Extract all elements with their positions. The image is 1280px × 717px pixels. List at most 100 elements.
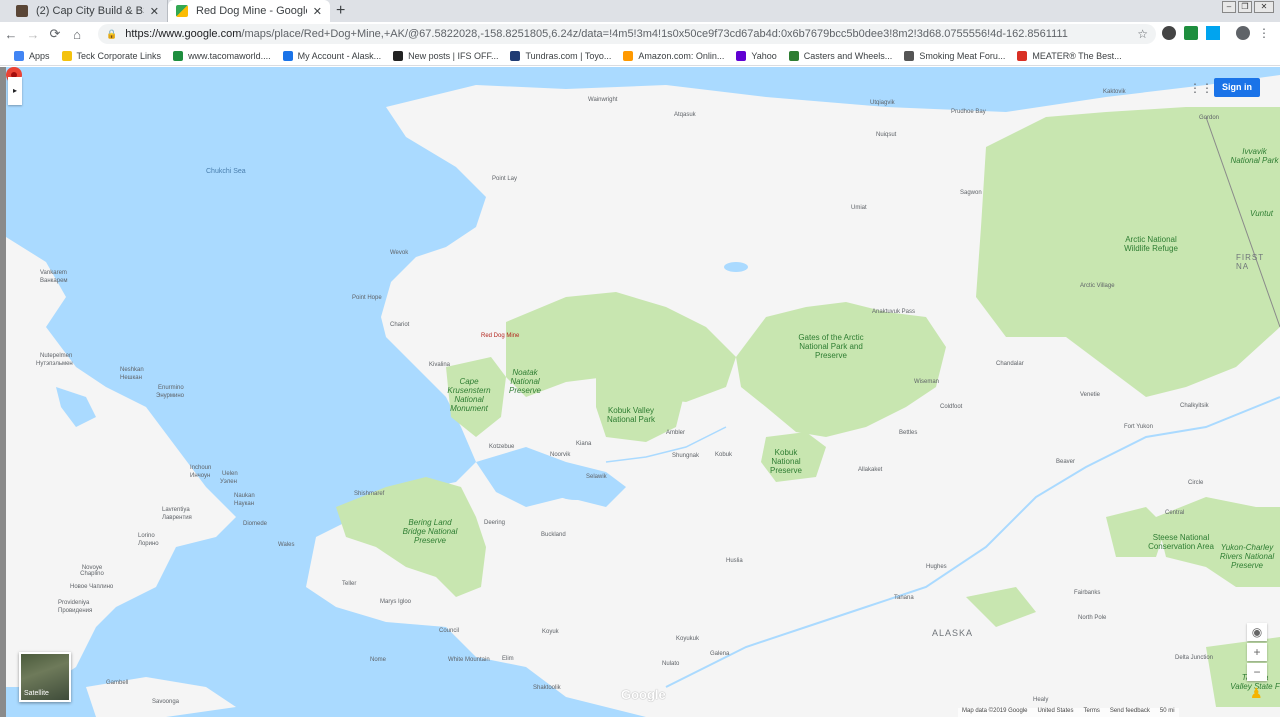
- close-tab-icon[interactable]: ✕: [150, 5, 159, 18]
- my-location-icon[interactable]: ◉: [1247, 623, 1267, 641]
- bookmark-star-icon[interactable]: ☆: [1137, 27, 1148, 41]
- bookmark-tundras[interactable]: Tundras.com | Toyo...: [510, 50, 612, 61]
- place-label: Новое Чаплино: [70, 584, 114, 590]
- place-label: Kiana: [576, 441, 592, 447]
- zoom-out-button[interactable]: −: [1247, 663, 1267, 681]
- place-label: Coldfoot: [940, 404, 963, 410]
- address-bar[interactable]: 🔒 https://www.google.com /maps/place/Red…: [98, 24, 1156, 44]
- bookmark-meater[interactable]: MEATER® The Best...: [1017, 50, 1122, 61]
- site-icon: [173, 50, 184, 61]
- place-label: Diomede: [243, 521, 268, 527]
- bookmark-tacomaworld[interactable]: www.tacomaworld....: [173, 50, 271, 61]
- scale-bar[interactable]: 50 mi: [1160, 708, 1175, 717]
- park-label: Arctic National Wildlife Refuge: [1124, 235, 1178, 253]
- bookmark-casters[interactable]: Casters and Wheels...: [788, 50, 893, 61]
- bookmark-apps[interactable]: Apps: [14, 50, 50, 61]
- place-label: Utqiagvik: [870, 100, 895, 106]
- place-label: Kobuk: [715, 452, 733, 458]
- place-label: Уэлен: [220, 479, 237, 485]
- folder-icon: [61, 50, 72, 61]
- site-icon: [904, 50, 915, 61]
- bookmark-label: Tundras.com | Toyo...: [525, 50, 612, 61]
- bookmark-ifs[interactable]: New posts | IFS OFF...: [393, 50, 499, 61]
- bookmark-label: Smoking Meat Foru...: [919, 50, 1006, 61]
- restore-icon[interactable]: ❐: [1238, 1, 1252, 13]
- place-label: Novoye Chaplino: [80, 565, 104, 577]
- place-label: Inchoun: [190, 465, 212, 471]
- place-label: Marys Igloo: [380, 599, 412, 605]
- back-icon[interactable]: ←: [0, 27, 22, 42]
- sea-label: Chukchi Sea: [206, 168, 246, 175]
- home-icon[interactable]: ⌂: [66, 27, 88, 42]
- bookmark-label: Apps: [29, 50, 50, 61]
- place-label: Bettles: [899, 430, 918, 436]
- bookmark-amazon[interactable]: Amazon.com: Onlin...: [623, 50, 724, 61]
- place-label: Koyukuk: [676, 636, 700, 642]
- collapse-side-panel-button[interactable]: ▸: [8, 77, 22, 105]
- extension-2-icon[interactable]: [1184, 26, 1198, 40]
- place-label: Энурмино: [156, 393, 185, 399]
- region-label: ALASKA: [932, 628, 974, 638]
- satellite-toggle-button[interactable]: Satellite: [19, 652, 71, 702]
- menu-icon[interactable]: ⋮: [1258, 26, 1270, 40]
- bookmark-teck[interactable]: Teck Corporate Links: [61, 50, 161, 61]
- bookmark-label: New posts | IFS OFF...: [408, 50, 499, 61]
- extension-1-icon[interactable]: [1162, 26, 1176, 40]
- send-feedback-link[interactable]: Send feedback: [1110, 708, 1150, 717]
- amazon-icon: [623, 50, 634, 61]
- bookmark-my-account[interactable]: My Account - Alask...: [282, 50, 381, 61]
- place-label: Nutepelmen: [40, 353, 73, 359]
- chukotka-land: [6, 237, 236, 687]
- bookmark-label: MEATER® The Best...: [1032, 50, 1122, 61]
- street-view-pegman-icon[interactable]: ♟: [1250, 685, 1263, 702]
- park-label: Kobuk National Preserve: [769, 448, 802, 475]
- place-label: Wevok: [390, 250, 409, 256]
- place-label: Gordon: [1199, 115, 1220, 121]
- yahoo-icon: [736, 50, 747, 61]
- country-link[interactable]: United States: [1037, 708, 1073, 717]
- tab-cap-city[interactable]: (2) Cap City Build & BS AF | Page ✕: [8, 0, 168, 22]
- place-label: White Mountain: [448, 657, 490, 663]
- place-label: Kivalina: [429, 362, 451, 368]
- new-tab-button[interactable]: +: [336, 2, 345, 20]
- place-label: Gambell: [106, 680, 129, 686]
- place-label: Лаврентия: [162, 515, 192, 521]
- tab-title: (2) Cap City Build & BS AF | Page: [36, 5, 144, 17]
- place-label: Инчоун: [190, 473, 211, 479]
- zoom-in-button[interactable]: +: [1247, 643, 1267, 661]
- lock-icon: 🔒: [106, 28, 118, 39]
- zoom-controls: ◉ + −: [1247, 623, 1267, 683]
- close-window-icon[interactable]: ✕: [1254, 1, 1274, 13]
- maps-favicon-icon: [176, 5, 188, 17]
- tab-google-maps[interactable]: Red Dog Mine - Google Maps ✕: [168, 0, 330, 22]
- place-label: Shaktoolik: [533, 685, 561, 691]
- park-label: Kobuk Valley National Park: [606, 406, 656, 424]
- profile-icon[interactable]: [1236, 26, 1250, 40]
- close-tab-icon[interactable]: ✕: [313, 5, 322, 18]
- place-label: Provideniya: [58, 600, 90, 606]
- place-label: Ванкарем: [40, 278, 68, 284]
- map-canvas[interactable]: Red Dog Mine Chukchi Sea ALASKA FIRST NA…: [6, 67, 1280, 717]
- forward-icon[interactable]: →: [22, 27, 44, 42]
- site-icon: [788, 50, 799, 61]
- reload-icon[interactable]: ⟳: [44, 26, 66, 42]
- park-label: Steese National Conservation Area: [1148, 533, 1214, 551]
- bookmark-yahoo[interactable]: Yahoo: [736, 50, 777, 61]
- sign-in-button[interactable]: Sign in: [1214, 78, 1260, 97]
- park-label: Yukon-Charley Rivers National Preserve: [1219, 543, 1275, 570]
- place-label: Huslia: [726, 558, 743, 564]
- place-label: Hughes: [926, 564, 947, 570]
- terms-link[interactable]: Terms: [1084, 708, 1100, 717]
- window-controls: – ❐ ✕: [1222, 1, 1274, 13]
- bookmark-smoking-meat[interactable]: Smoking Meat Foru...: [904, 50, 1006, 61]
- bookmark-label: Casters and Wheels...: [803, 50, 893, 61]
- place-label: Sagwon: [960, 190, 982, 196]
- url-host: https://www.google.com: [125, 28, 242, 40]
- windows-icon[interactable]: [1206, 26, 1220, 40]
- minimize-icon[interactable]: –: [1222, 1, 1236, 13]
- place-label: Naukan: [234, 493, 255, 499]
- pin-label: Red Dog Mine: [481, 333, 520, 339]
- place-label: Venetie: [1080, 392, 1101, 398]
- place-label: Nulato: [662, 661, 680, 667]
- place-label: Tanana: [894, 595, 914, 601]
